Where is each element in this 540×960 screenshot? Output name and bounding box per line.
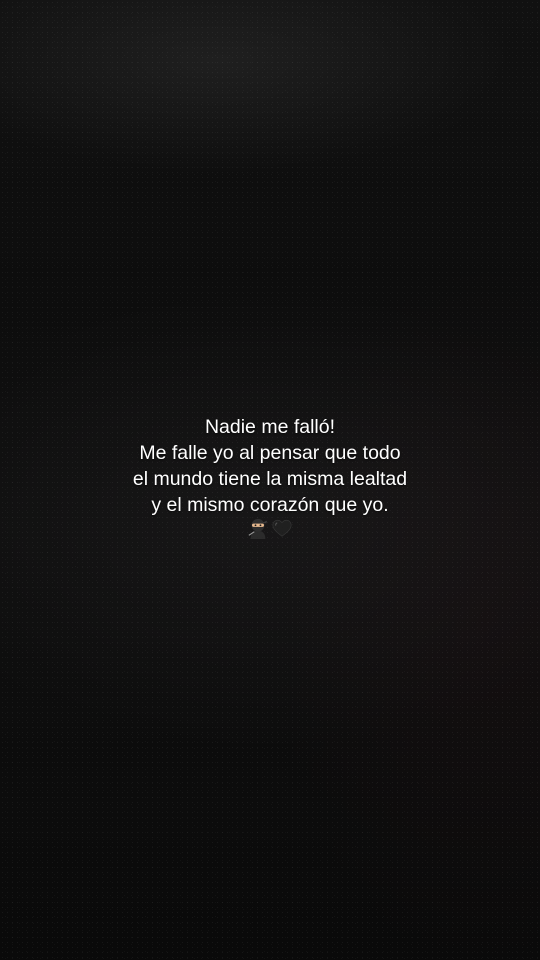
caption-emojis (0, 517, 540, 539)
story-caption: Nadie me falló! Me falle yo al pensar qu… (0, 414, 540, 518)
caption-line-3: el mundo tiene la misma lealtad (132, 468, 408, 490)
caption-line-1: Nadie me falló! (204, 416, 336, 438)
caption-line-2: Me falle yo al pensar que todo (139, 442, 401, 464)
black-heart-icon (272, 519, 292, 537)
ninja-icon (248, 518, 268, 539)
story-background: Nadie me falló! Me falle yo al pensar qu… (0, 0, 540, 960)
caption-line-4: y el mismo corazón que yo. (151, 494, 389, 516)
